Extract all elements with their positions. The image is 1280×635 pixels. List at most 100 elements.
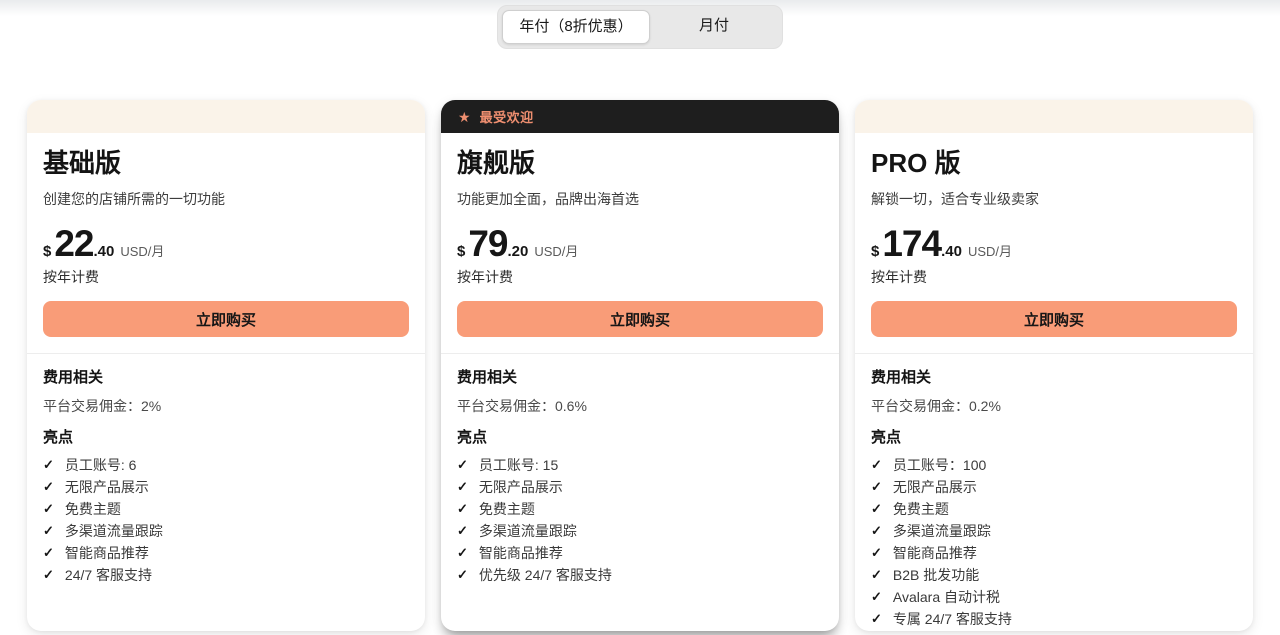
buy-now-button[interactable]: 立即购买 — [43, 301, 409, 337]
highlights-heading: 亮点 — [457, 430, 823, 446]
check-icon: ✓ — [43, 524, 54, 538]
feature-item: ✓ 无限产品展示 — [43, 480, 409, 494]
feature-item: ✓员工账号: 6 — [43, 458, 409, 472]
price-decimal: .40 — [941, 243, 962, 260]
price-decimal: .40 — [94, 243, 115, 260]
fees-heading: 费用相关 — [43, 370, 409, 386]
feature-list: ✓ 员工账号: 15 ✓ 无限产品展示 ✓免费主题 ✓ 多渠道流量跟踪 ✓ 智能商品推荐 ✓优先级… — [457, 458, 823, 590]
feature-label: 智能商品推荐 — [893, 546, 977, 560]
feature-label: 多渠道流量跟踪 — [479, 524, 577, 538]
section-divider — [441, 353, 839, 354]
check-icon: ✓ — [871, 502, 882, 516]
plan-price: $22.40USD/月 — [43, 227, 409, 269]
feature-item: ✓ 智能商品推荐 — [871, 546, 1237, 560]
feature-label: 无限产品展示 — [479, 480, 563, 494]
star-icon: ★ — [458, 110, 471, 124]
card-header-strip — [27, 100, 425, 133]
toggle-option-monthly[interactable]: 月付 — [650, 10, 778, 44]
check-icon: ✓ — [43, 480, 54, 494]
feature-label: 无限产品展示 — [65, 480, 149, 494]
plan-title: 基础版 — [43, 149, 409, 177]
feature-item: ✓ Avalara 自动计税 — [871, 590, 1237, 604]
currency-symbol: $ — [457, 243, 465, 260]
feature-label: Avalara 自动计税 — [893, 590, 1000, 604]
billing-toggle-container: 年付（8折优惠） 月付 — [0, 0, 1280, 49]
plan-price: $174.40USD/月 — [871, 227, 1237, 269]
commission-line: 平台交易佣金：2% — [43, 398, 409, 414]
pricing-cards-row: 基础版 创建您的店铺所需的一切功能 $22.40USD/月 按年计费 立即购买 … — [27, 100, 1253, 631]
check-icon: ✓ — [871, 546, 882, 560]
currency-symbol: $ — [43, 243, 51, 260]
plan-card-basic: 基础版 创建您的店铺所需的一切功能 $22.40USD/月 按年计费 立即购买 … — [27, 100, 425, 631]
feature-list: ✓员工账号: 6✓无限产品展示✓免费主题✓多渠道流量跟踪✓智能商品推荐✓24/7… — [43, 458, 409, 590]
commission-line: 平台交易佣金：0.6% — [457, 398, 823, 414]
billing-note: 按年计费 — [43, 269, 409, 285]
popular-badge-label: 最受欢迎 — [480, 107, 534, 126]
feature-label: 免费主题 — [479, 502, 535, 516]
feature-item: ✓优先级 24/7 客服支持 — [457, 568, 823, 582]
check-icon: ✓ — [457, 458, 468, 472]
feature-item: ✓多渠道流量跟踪 — [43, 524, 409, 538]
check-icon: ✓ — [43, 546, 54, 560]
check-icon: ✓ — [457, 546, 468, 560]
plan-title: PRO 版 — [871, 149, 1237, 177]
feature-item: ✓ 多渠道流量跟踪 — [871, 524, 1237, 538]
check-icon: ✓ — [457, 524, 468, 538]
section-divider — [27, 353, 425, 354]
check-icon: ✓ — [871, 568, 882, 582]
card-header-strip — [855, 100, 1253, 133]
feature-label: 免费主题 — [65, 502, 121, 516]
price-unit: USD/月 — [534, 244, 578, 259]
feature-item: ✓ 无限产品展示 — [871, 480, 1237, 494]
plan-description: 解锁一切，适合专业级卖家 — [871, 191, 1237, 207]
feature-item: ✓ 员工账号: 15 — [457, 458, 823, 472]
plan-card-pro: PRO 版 解锁一切，适合专业级卖家 $174.40USD/月 按年计费 立即购… — [855, 100, 1253, 631]
check-icon: ✓ — [43, 568, 54, 582]
check-icon: ✓ — [871, 590, 882, 604]
feature-item: ✓免费主题 — [457, 502, 823, 516]
commission-line: 平台交易佣金：0.2% — [871, 398, 1237, 414]
feature-label: 多渠道流量跟踪 — [893, 524, 991, 538]
plan-description: 创建您的店铺所需的一切功能 — [43, 191, 409, 207]
feature-label: 员工账号：100 — [893, 458, 986, 472]
feature-label: 24/7 客服支持 — [65, 568, 152, 582]
plan-card-flagship: ★ 最受欢迎 旗舰版 功能更加全面，品牌出海首选 $79.20USD/月 按年计… — [441, 100, 839, 631]
feature-label: 专属 24/7 客服支持 — [893, 612, 1012, 626]
fees-heading: 费用相关 — [457, 370, 823, 386]
check-icon: ✓ — [871, 524, 882, 538]
billing-note: 按年计费 — [457, 269, 823, 285]
buy-now-button[interactable]: 立即购买 — [871, 301, 1237, 337]
fees-heading: 费用相关 — [871, 370, 1237, 386]
feature-label: 无限产品展示 — [893, 480, 977, 494]
feature-item: ✓免费主题 — [43, 502, 409, 516]
highlights-heading: 亮点 — [871, 430, 1237, 446]
feature-item: ✓ B2B 批发功能 — [871, 568, 1237, 582]
feature-label: B2B 批发功能 — [893, 568, 979, 582]
price-integer: 22 — [54, 223, 93, 264]
feature-item: ✓ 多渠道流量跟踪 — [457, 524, 823, 538]
buy-now-button[interactable]: 立即购买 — [457, 301, 823, 337]
price-integer: 174 — [882, 223, 941, 264]
feature-label: 免费主题 — [893, 502, 949, 516]
feature-label: 智能商品推荐 — [65, 546, 149, 560]
check-icon: ✓ — [43, 458, 54, 472]
feature-label: 智能商品推荐 — [479, 546, 563, 560]
toggle-option-yearly[interactable]: 年付（8折优惠） — [502, 10, 650, 44]
section-divider — [855, 353, 1253, 354]
feature-item: ✓ 24/7 客服支持 — [43, 568, 409, 582]
popular-badge: ★ 最受欢迎 — [441, 100, 839, 133]
currency-symbol: $ — [871, 243, 879, 260]
feature-item: ✓ 员工账号：100 — [871, 458, 1237, 472]
price-unit: USD/月 — [968, 244, 1012, 259]
price-decimal: .20 — [508, 243, 529, 260]
highlights-heading: 亮点 — [43, 430, 409, 446]
feature-item: ✓ 智能商品推荐 — [457, 546, 823, 560]
check-icon: ✓ — [871, 458, 882, 472]
check-icon: ✓ — [871, 612, 882, 626]
feature-label: 员工账号: 15 — [479, 458, 558, 472]
plan-description: 功能更加全面，品牌出海首选 — [457, 191, 823, 207]
check-icon: ✓ — [871, 480, 882, 494]
feature-item: ✓ 智能商品推荐 — [43, 546, 409, 560]
plan-price: $79.20USD/月 — [457, 227, 823, 269]
check-icon: ✓ — [457, 568, 468, 582]
